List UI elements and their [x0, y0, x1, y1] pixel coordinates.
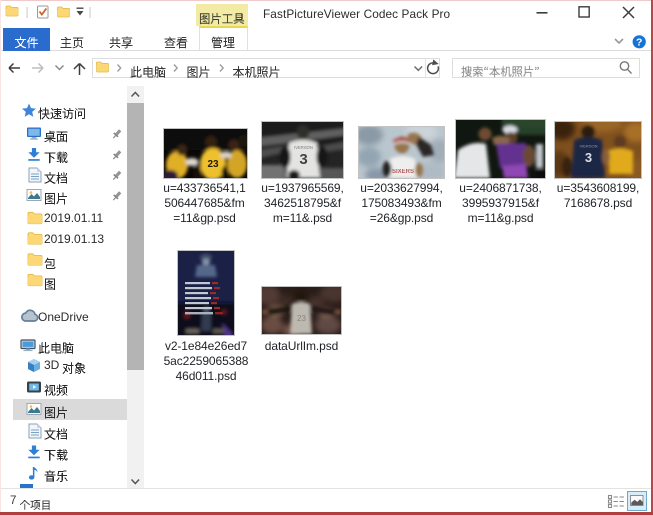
- svg-text:IVERSON: IVERSON: [579, 144, 597, 149]
- svg-text:SIXERS: SIXERS: [392, 169, 414, 175]
- svg-text:?: ?: [636, 37, 642, 49]
- svg-text:IVERSON: IVERSON: [294, 145, 313, 150]
- svg-text:3: 3: [299, 151, 307, 168]
- svg-text:23: 23: [297, 314, 306, 323]
- svg-text:3: 3: [585, 150, 592, 165]
- svg-text:23: 23: [207, 159, 219, 170]
